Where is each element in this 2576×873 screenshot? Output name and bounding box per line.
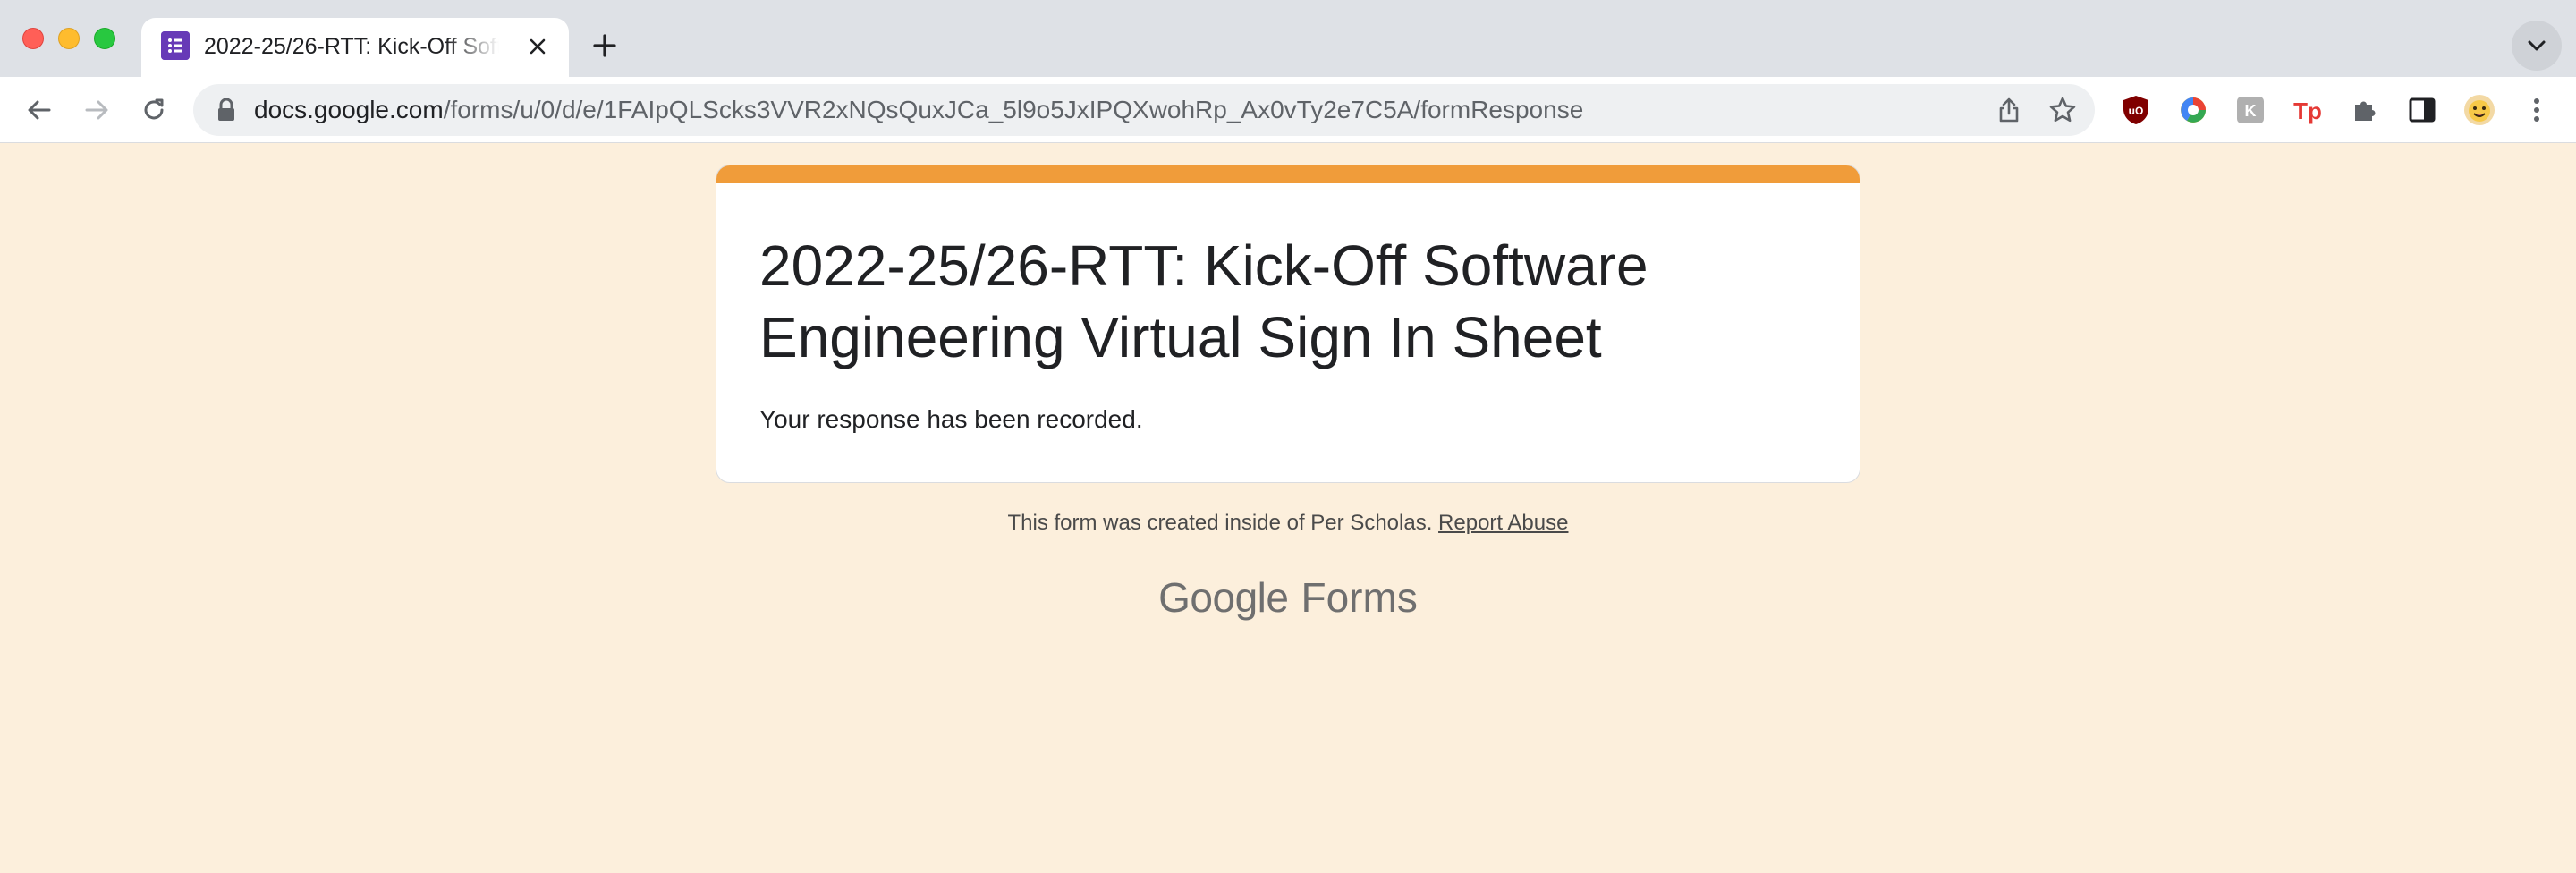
tab-search-button[interactable] [2512,21,2562,71]
reload-icon [144,98,164,120]
close-tab-icon[interactable] [524,33,551,60]
url-host: docs.google.com [254,96,444,123]
google-forms-icon [161,31,190,60]
maximize-window-button[interactable] [94,28,115,49]
bookmark-star-icon[interactable] [2046,94,2079,126]
minimize-window-button[interactable] [58,28,80,49]
chrome-color-icon[interactable] [2177,94,2209,126]
k-extension-icon[interactable]: K [2234,94,2267,126]
tab-title: 2022-25/26-RTT: Kick-Off Software Engine… [204,34,499,59]
url-text[interactable]: docs.google.com/forms/u/0/d/e/1FAIpQLSck… [254,84,1583,136]
forward-button[interactable] [75,89,118,131]
more-menu-icon[interactable] [2521,94,2553,126]
url-path: /forms/u/0/d/e/1FAIpQLScks3VVR2xNQsQuxJC… [443,96,1584,123]
puzzle-extensions-icon[interactable] [2349,94,2381,126]
svg-text:Tp: Tp [2293,97,2322,124]
confirmation-message: Your response has been recorded. [759,405,1143,433]
brand-google-text: Google [1158,574,1289,621]
back-button[interactable] [18,89,61,131]
arrow-right-icon [85,100,108,120]
close-window-button[interactable] [22,28,44,49]
brand-forms-text: Forms [1301,574,1418,621]
new-tab-button[interactable] [580,21,630,71]
tp-extension-icon[interactable]: Tp [2292,94,2324,126]
reload-button[interactable] [132,89,175,131]
footer-note: This form was created inside of Per Scho… [0,508,2576,538]
browser-tab-active[interactable]: 2022-25/26-RTT: Kick-Off Software Engine… [141,18,569,77]
profile-avatar[interactable] [2463,94,2496,126]
arrow-left-icon [28,100,51,120]
footer-note-text: This form was created inside of Per Scho… [1007,511,1439,535]
svg-text:uO: uO [2129,105,2144,117]
svg-text:K: K [2245,102,2257,120]
report-abuse-link[interactable]: Report Abuse [1438,511,1568,535]
address-bar[interactable]: docs.google.com/forms/u/0/d/e/1FAIpQLSck… [193,84,2095,136]
share-icon[interactable] [1993,94,2025,126]
chevron-down-icon [2528,40,2546,51]
side-panel-icon[interactable] [2406,94,2438,126]
ublock-icon[interactable]: uO [2120,94,2152,126]
form-confirmation-card: 2022-25/26-RTT: Kick-Off Software Engine… [716,165,1860,483]
browser-tab-strip: 2022-25/26-RTT: Kick-Off Software Engine… [0,0,2576,77]
browser-toolbar: docs.google.com/forms/u/0/d/e/1FAIpQLSck… [0,77,2576,143]
lock-icon[interactable] [216,97,236,126]
form-title: 2022-25/26-RTT: Kick-Off Software Engine… [759,233,1648,369]
card-accent-bar [716,165,1860,183]
plus-icon [593,34,616,57]
google-forms-logo[interactable]: Google Forms [0,572,2576,623]
